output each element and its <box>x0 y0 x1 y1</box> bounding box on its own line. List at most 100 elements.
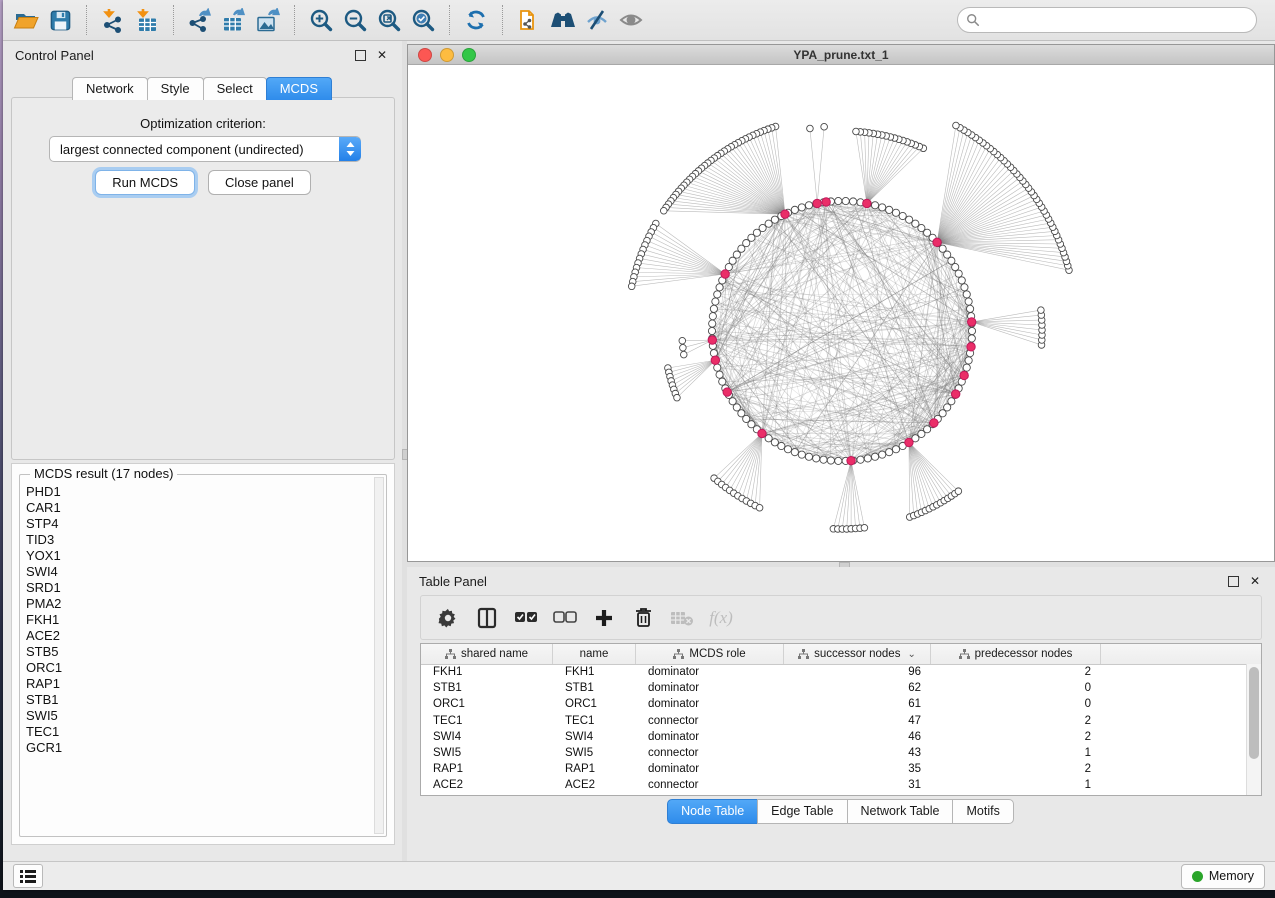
network-node[interactable] <box>958 277 965 284</box>
show-hidden-button[interactable] <box>614 4 648 36</box>
mcds-node[interactable] <box>711 356 719 364</box>
mcds-node-item[interactable]: STP4 <box>26 516 374 532</box>
network-node[interactable] <box>963 291 970 298</box>
table-row[interactable]: STB1STB1dominator620 <box>421 680 1247 696</box>
deselect-all-rows-button[interactable] <box>548 601 582 635</box>
mcds-node-item[interactable]: PHD1 <box>26 484 374 500</box>
mcds-node[interactable] <box>967 343 975 351</box>
mcds-node-item[interactable]: STB1 <box>26 692 374 708</box>
network-node[interactable] <box>850 198 857 205</box>
network-node[interactable] <box>871 202 878 209</box>
column-header-shared-name[interactable]: shared name <box>421 644 553 664</box>
network-node[interactable] <box>864 455 871 462</box>
network-node[interactable] <box>679 337 686 344</box>
refresh-view-button[interactable] <box>459 4 493 36</box>
mcds-node[interactable] <box>930 419 938 427</box>
mcds-node-item[interactable]: TID3 <box>26 532 374 548</box>
network-canvas[interactable] <box>408 65 1274 561</box>
add-column-button[interactable] <box>587 601 621 635</box>
import-network-button[interactable] <box>96 4 130 36</box>
mcds-node-item[interactable]: RAP1 <box>26 676 374 692</box>
network-node[interactable] <box>714 364 721 371</box>
show-columns-button[interactable] <box>470 601 504 635</box>
table-row[interactable]: YOX1YOX1connector291 <box>421 794 1247 797</box>
network-node[interactable] <box>899 212 906 219</box>
network-node[interactable] <box>712 298 719 305</box>
mcds-list-scrollbar[interactable] <box>374 477 384 834</box>
tab-style[interactable]: Style <box>147 77 204 100</box>
function-builder-button[interactable]: f(x) <box>704 601 738 635</box>
network-node[interactable] <box>778 442 785 449</box>
table-row[interactable]: FKH1FKH1dominator962 <box>421 664 1247 680</box>
table-row[interactable]: SWI4SWI4dominator462 <box>421 729 1247 745</box>
network-node[interactable] <box>955 270 962 277</box>
table-row[interactable]: RAP1RAP1dominator352 <box>421 761 1247 777</box>
network-node[interactable] <box>716 371 723 378</box>
tab-select[interactable]: Select <box>203 77 267 100</box>
network-node[interactable] <box>791 449 798 456</box>
network-node[interactable] <box>963 364 970 371</box>
network-node[interactable] <box>628 283 635 290</box>
zoom-in-button[interactable] <box>304 4 338 36</box>
memory-button[interactable]: Memory <box>1181 864 1265 889</box>
network-node[interactable] <box>805 202 812 209</box>
network-node[interactable] <box>798 451 805 458</box>
network-graph[interactable] <box>408 65 1274 561</box>
column-header-predecessor-nodes[interactable]: predecessor nodes <box>931 644 1101 664</box>
open-session-button[interactable] <box>9 4 43 36</box>
network-node[interactable] <box>853 128 860 135</box>
hide-selected-button[interactable] <box>580 4 614 36</box>
mcds-node-item[interactable]: STB5 <box>26 644 374 660</box>
mcds-node-item[interactable]: SWI5 <box>26 708 374 724</box>
column-header-name[interactable]: name <box>553 644 636 664</box>
column-header-MCDS-role[interactable]: MCDS role <box>636 644 784 664</box>
search-input[interactable] <box>980 12 1248 28</box>
network-node[interactable] <box>709 313 716 320</box>
network-node[interactable] <box>729 257 736 264</box>
network-search-box[interactable] <box>957 7 1257 33</box>
mcds-node[interactable] <box>723 388 731 396</box>
export-table-button[interactable] <box>217 4 251 36</box>
export-image-button[interactable] <box>251 4 285 36</box>
mcds-node-item[interactable]: GCR1 <box>26 740 374 756</box>
network-node[interactable] <box>952 263 959 270</box>
clone-network-button[interactable] <box>512 4 546 36</box>
mcds-node[interactable] <box>905 438 913 446</box>
table-scrollbar[interactable] <box>1246 664 1261 795</box>
table-scrollbar-thumb[interactable] <box>1249 667 1259 759</box>
network-node[interactable] <box>955 488 962 495</box>
tab-edge-table[interactable]: Edge Table <box>757 799 847 824</box>
network-node[interactable] <box>965 298 972 305</box>
column-header-successor-nodes[interactable]: successor nodes⌄ <box>784 644 931 664</box>
delete-column-button[interactable] <box>626 601 660 635</box>
table-row[interactable]: ACE2ACE2connector311 <box>421 777 1247 793</box>
network-node[interactable] <box>807 125 814 132</box>
mcds-node-item[interactable]: ORC1 <box>26 660 374 676</box>
network-node[interactable] <box>1038 307 1045 314</box>
network-node[interactable] <box>680 344 687 351</box>
network-node[interactable] <box>968 327 975 334</box>
network-node[interactable] <box>857 456 864 463</box>
mcds-node[interactable] <box>933 238 941 246</box>
mcds-node-item[interactable]: TEC1 <box>26 724 374 740</box>
search-network-button[interactable] <box>546 4 580 36</box>
network-node[interactable] <box>861 524 868 531</box>
tab-motifs[interactable]: Motifs <box>952 799 1013 824</box>
tab-network[interactable]: Network <box>72 77 148 100</box>
network-node[interactable] <box>756 504 763 511</box>
mcds-node-item[interactable]: PMA2 <box>26 596 374 612</box>
network-node[interactable] <box>821 123 828 130</box>
network-node[interactable] <box>948 398 955 405</box>
network-node[interactable] <box>680 351 687 358</box>
network-node[interactable] <box>892 446 899 453</box>
float-panel-button[interactable] <box>352 47 368 63</box>
close-panel-button[interactable]: ✕ <box>374 47 390 63</box>
network-node[interactable] <box>953 122 960 129</box>
zoom-out-button[interactable] <box>338 4 372 36</box>
network-node[interactable] <box>709 320 716 327</box>
mcds-node-item[interactable]: YOX1 <box>26 548 374 564</box>
table-settings-button[interactable] <box>431 601 465 635</box>
network-node[interactable] <box>966 305 973 312</box>
close-panel-button-inner[interactable]: Close panel <box>208 170 311 195</box>
mcds-node[interactable] <box>758 429 766 437</box>
